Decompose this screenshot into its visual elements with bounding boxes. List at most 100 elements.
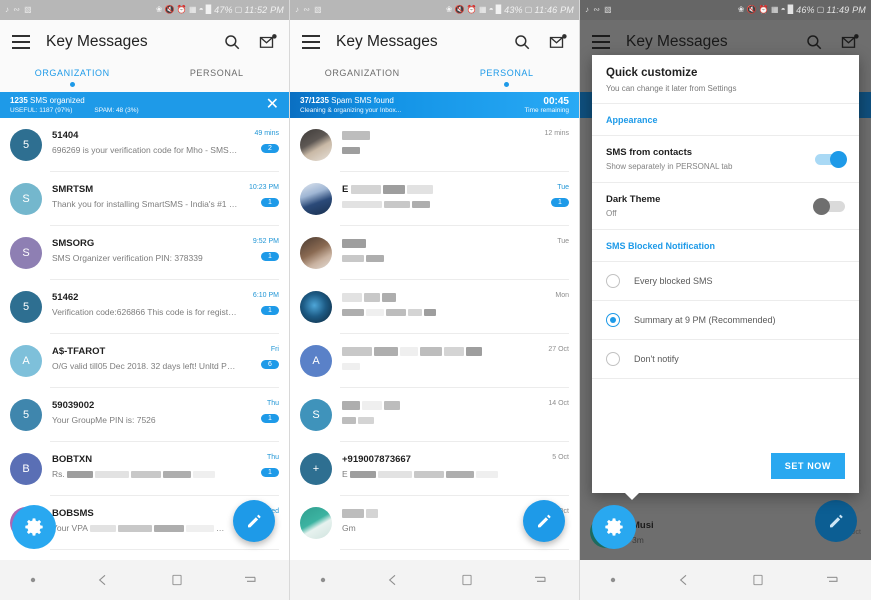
radio-every-blocked-sms[interactable]: Every blocked SMS xyxy=(592,262,859,301)
avatar: 5 xyxy=(10,129,42,161)
message-body: Gm xyxy=(342,507,529,533)
tab-personal[interactable]: PERSONAL xyxy=(145,64,290,92)
message-sender: BOBTXN xyxy=(52,454,92,465)
banner-count: 37/1235 xyxy=(300,96,329,105)
message-row[interactable]: A A$-TFAROT O/G valid till05 Dec 2018. 3… xyxy=(0,334,289,388)
message-row[interactable]: Tue xyxy=(290,226,579,280)
compose-pencil-icon xyxy=(535,512,553,530)
message-title-line: A$-TFAROT xyxy=(52,346,239,357)
music-note-icon: ♪ xyxy=(295,6,299,14)
menu-icon[interactable] xyxy=(592,35,610,49)
loop-icon: ∾ xyxy=(13,6,20,14)
home-square-icon[interactable] xyxy=(170,573,184,587)
message-row[interactable]: S SMRTSM Thank you for installing SmartS… xyxy=(0,172,289,226)
qr-icon: ▦ xyxy=(189,6,197,14)
message-row[interactable]: + +919007873667 E 5 Oct xyxy=(290,442,579,496)
app-bar-actions xyxy=(805,33,859,51)
message-row[interactable]: 12 mins xyxy=(290,118,579,172)
redacted-block xyxy=(342,239,366,248)
dark-theme-toggle[interactable] xyxy=(815,201,845,212)
banner-timer: 00:45 xyxy=(524,96,569,107)
bluetooth-icon: ❀ xyxy=(446,6,453,14)
tab-organization[interactable]: ORGANIZATION xyxy=(290,64,435,92)
message-body: BOBSMS Your VPA ytm linked to your a/c n… xyxy=(52,507,239,533)
message-row[interactable]: 5 51404 696269 is your verification code… xyxy=(0,118,289,172)
message-row[interactable]: E Tue 1 xyxy=(290,172,579,226)
tab-organization[interactable]: ORGANIZATION xyxy=(0,64,145,92)
message-sender: +919007873667 xyxy=(342,454,411,465)
search-icon[interactable] xyxy=(805,33,823,51)
status-right-icons: ❀ 🔇 ⏰ ▦ ◓ ▉ 43% ▢ 11:46 PM xyxy=(446,5,574,15)
sms-from-contacts-toggle[interactable] xyxy=(815,154,845,165)
message-snippet-line xyxy=(342,307,529,317)
message-row[interactable]: 5 51462 Verification code:626866 This co… xyxy=(0,280,289,334)
radio-dont-notify[interactable]: Don't notify xyxy=(592,340,859,379)
task-switch-icon[interactable] xyxy=(243,573,259,587)
home-square-icon[interactable] xyxy=(751,573,765,587)
compose-fab[interactable] xyxy=(815,500,857,542)
recent-dot-icon[interactable] xyxy=(320,577,326,583)
back-arrow-icon[interactable] xyxy=(385,572,401,588)
message-row[interactable]: S 14 Oct xyxy=(290,388,579,442)
redacted-block xyxy=(382,293,396,302)
message-snippet-line: Your GroupMe PIN is: 7526 xyxy=(52,415,239,425)
back-arrow-icon[interactable] xyxy=(676,572,692,588)
option-dark-theme[interactable]: Dark Theme Off xyxy=(592,183,859,230)
archive-mail-icon[interactable] xyxy=(841,33,859,51)
unread-badge: 1 xyxy=(551,198,569,207)
message-list-personal[interactable]: 12 mins E Tue 1 Tue xyxy=(290,118,579,550)
message-row[interactable]: A 27 Oct xyxy=(290,334,579,388)
close-icon[interactable]: ✕ xyxy=(266,97,279,113)
archive-mail-icon[interactable] xyxy=(259,33,277,51)
compose-fab[interactable] xyxy=(233,500,275,542)
recent-dot-icon[interactable] xyxy=(30,577,36,583)
banner-subtext: Cleaning & organizing your Inbox... xyxy=(300,106,401,115)
tab-personal[interactable]: PERSONAL xyxy=(435,64,580,92)
redacted-block xyxy=(444,347,464,356)
message-snippet: Your VPA xyxy=(52,523,87,533)
message-row[interactable]: S SMSORG SMS Organizer verification PIN:… xyxy=(0,226,289,280)
radio-label: Don't notify xyxy=(634,354,679,364)
message-row[interactable]: Mon xyxy=(290,280,579,334)
redacted-block xyxy=(366,509,378,518)
search-icon[interactable] xyxy=(223,33,241,51)
archive-mail-icon[interactable] xyxy=(549,33,567,51)
message-sender: 59039002 xyxy=(52,400,94,411)
sms-organized-banner: 1235 SMS organized USEFUL: 1187 (97%) SP… xyxy=(0,92,289,118)
compose-fab[interactable] xyxy=(523,500,565,542)
message-body: SMRTSM Thank you for installing SmartSMS… xyxy=(52,183,239,209)
music-note-icon: ♪ xyxy=(585,6,589,14)
message-row[interactable]: B BOBTXN Rs. Thu 1 xyxy=(0,442,289,496)
recent-dot-icon[interactable] xyxy=(610,577,616,583)
home-square-icon[interactable] xyxy=(460,573,474,587)
message-list-organization[interactable]: 5 51404 696269 is your verification code… xyxy=(0,118,289,550)
message-body: 51462 Verification code:626866 This code… xyxy=(52,291,239,317)
message-body xyxy=(342,399,529,425)
row-divider xyxy=(50,549,279,550)
message-meta: 12 mins xyxy=(529,129,569,137)
search-icon[interactable] xyxy=(513,33,531,51)
spam-scan-progress-banner: 37/1235 Spam SMS found Cleaning & organi… xyxy=(290,92,579,118)
set-now-button[interactable]: SET NOW xyxy=(771,453,845,479)
unread-badge: 6 xyxy=(261,360,279,369)
message-snippet: Your GroupMe PIN is: 7526 xyxy=(52,415,156,425)
back-arrow-icon[interactable] xyxy=(95,572,111,588)
message-meta: 49 mins 2 xyxy=(239,129,279,155)
message-meta: 9:52 PM 1 xyxy=(239,237,279,263)
menu-icon[interactable] xyxy=(302,35,320,49)
message-sender: 51404 xyxy=(52,130,78,141)
task-switch-icon[interactable] xyxy=(533,573,549,587)
radio-label: Summary at 9 PM (Recommended) xyxy=(634,315,776,325)
clock: 11:46 PM xyxy=(535,5,574,15)
radio-icon xyxy=(606,352,620,366)
message-row[interactable]: 5 59039002 Your GroupMe PIN is: 7526 Thu… xyxy=(0,388,289,442)
task-switch-icon[interactable] xyxy=(825,573,841,587)
banner-spam: SPAM: 48 (3%) xyxy=(94,106,138,115)
redacted-block xyxy=(366,309,384,316)
message-time: 49 mins xyxy=(239,130,279,137)
menu-icon[interactable] xyxy=(12,35,30,49)
radio-summary-at-9pm[interactable]: Summary at 9 PM (Recommended) xyxy=(592,301,859,340)
redacted-block xyxy=(384,401,400,410)
redacted-block xyxy=(351,185,381,194)
option-sms-from-contacts[interactable]: SMS from contacts Show separately in PER… xyxy=(592,136,859,183)
